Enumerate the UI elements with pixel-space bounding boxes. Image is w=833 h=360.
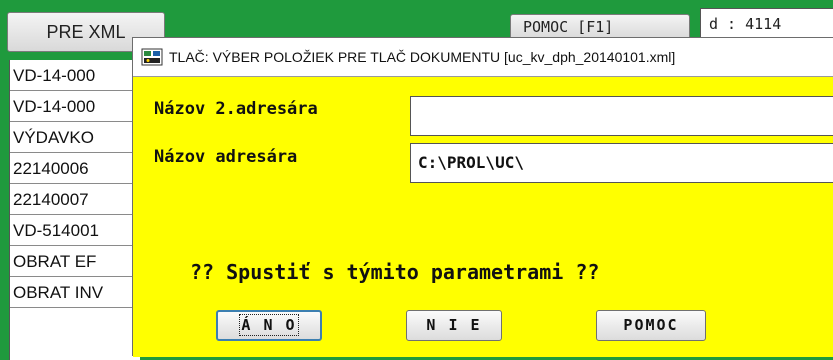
list-item[interactable]: VÝDAVKO <box>10 122 140 153</box>
list-item[interactable]: VD-14-000 <box>10 91 140 122</box>
help-button[interactable]: POMOC <box>596 310 706 341</box>
directory-label: Názov adresára <box>154 147 298 167</box>
app-icon <box>141 48 163 66</box>
dialog-titlebar[interactable]: TLAČ: VÝBER POLOŽIEK PRE TLAČ DOKUMENTU … <box>133 38 833 77</box>
list-item[interactable]: VD-14-000 <box>10 60 140 91</box>
second-directory-label: Názov 2.adresára <box>154 99 318 119</box>
list-item[interactable]: 22140006 <box>10 153 140 184</box>
list-item[interactable]: OBRAT INV <box>10 277 140 308</box>
dialog-body: Názov 2.adresára Názov adresára C:\PROL\… <box>133 77 833 357</box>
list-item[interactable]: 22140007 <box>10 184 140 215</box>
dialog-title: TLAČ: VÝBER POLOŽIEK PRE TLAČ DOKUMENTU … <box>169 49 676 65</box>
directory-input[interactable]: C:\PROL\UC\ <box>410 143 833 183</box>
list-item[interactable]: VD-514001 <box>10 215 140 246</box>
list-item[interactable]: OBRAT EF <box>10 246 140 277</box>
yes-button-label: Á N O <box>239 314 299 336</box>
document-list: VD-14-000 VD-14-000 VÝDAVKO 22140006 221… <box>9 60 140 360</box>
second-directory-input[interactable] <box>410 96 833 136</box>
confirm-question: ?? Spustiť s týmito parametrami ?? <box>190 260 600 284</box>
no-button[interactable]: N I E <box>406 310 502 341</box>
print-selection-dialog: TLAČ: VÝBER POLOŽIEK PRE TLAČ DOKUMENTU … <box>132 37 833 357</box>
yes-button[interactable]: Á N O <box>216 310 322 341</box>
